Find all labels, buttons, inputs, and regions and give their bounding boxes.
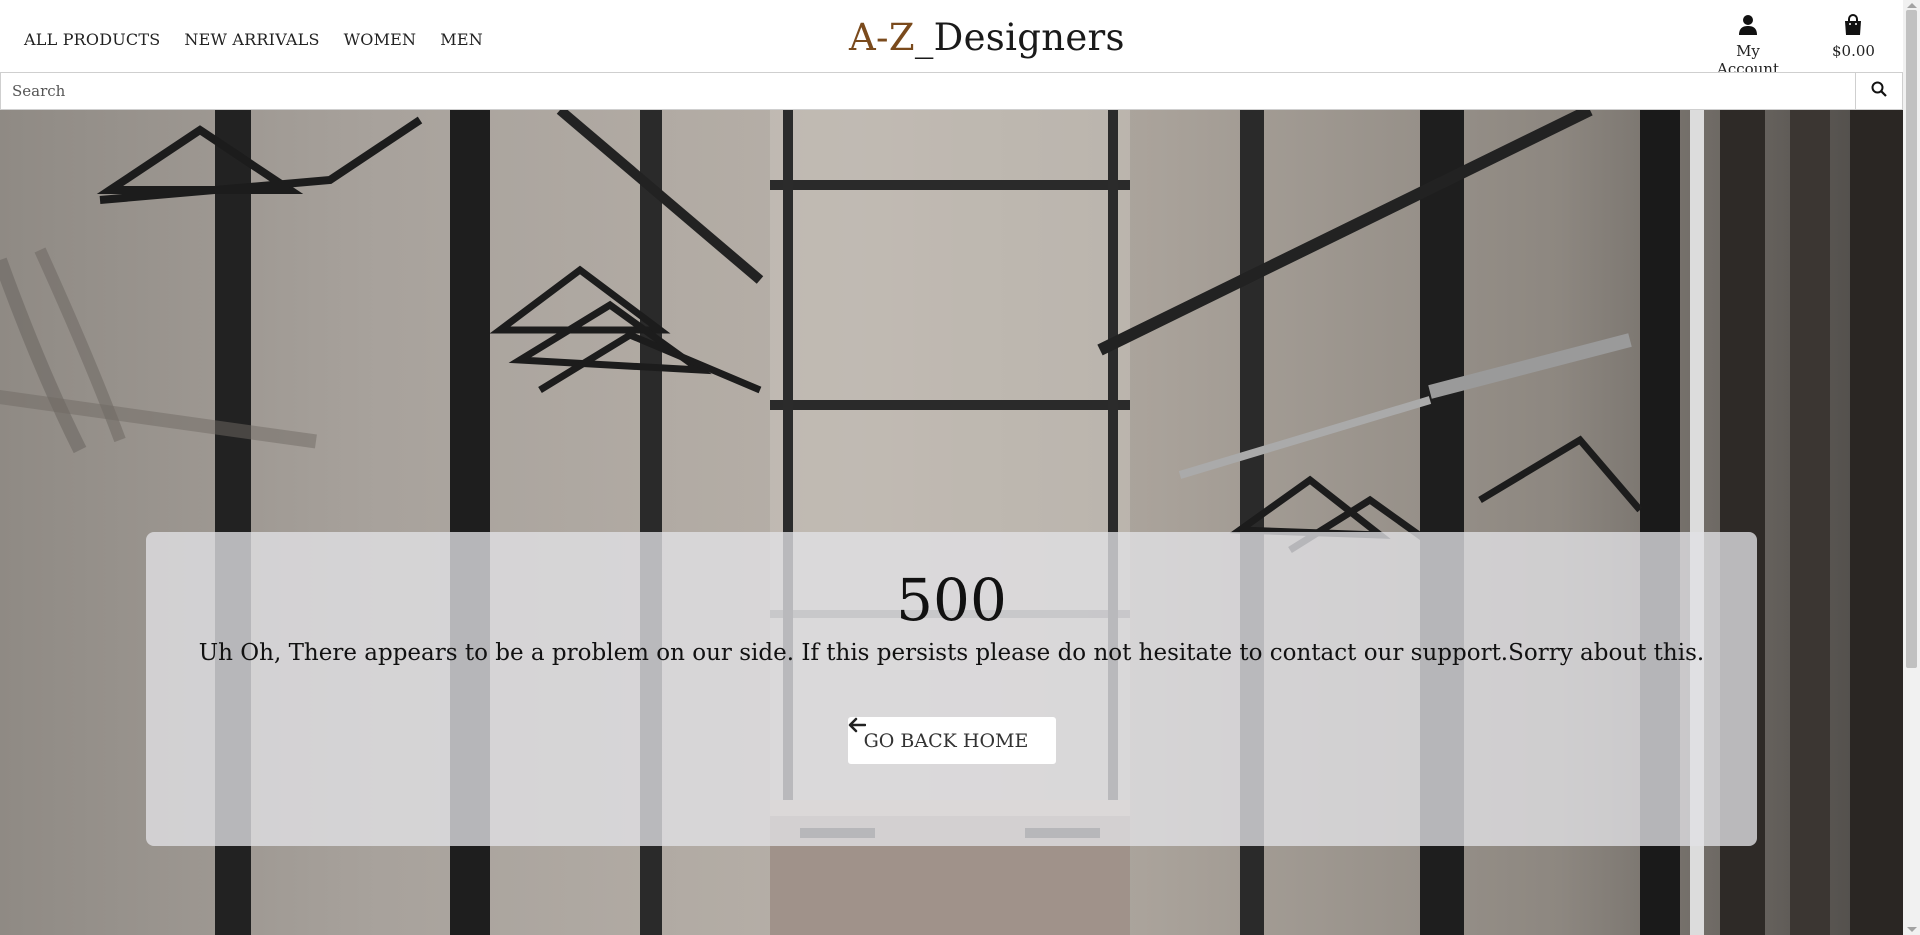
search-button[interactable] xyxy=(1855,73,1902,109)
search-icon xyxy=(1871,81,1887,101)
go-back-home-label: GO BACK HOME xyxy=(863,729,1029,752)
hero-background: 500 Uh Oh, There appears to be a problem… xyxy=(0,110,1903,935)
scrollbar-thumb[interactable] xyxy=(1906,10,1917,668)
logo-part-1: A-Z xyxy=(849,16,915,59)
nav-new-arrivals[interactable]: NEW ARRIVALS xyxy=(184,30,319,49)
scroll-down-arrow-icon[interactable] xyxy=(1907,927,1917,932)
nav-men[interactable]: MEN xyxy=(440,30,483,49)
site-header: ALL PRODUCTS NEW ARRIVALS WOMEN MEN A-Z_… xyxy=(0,0,1903,78)
my-account-link[interactable]: My Account xyxy=(1706,14,1790,78)
search-bar xyxy=(0,72,1903,110)
logo-part-2: _Designers xyxy=(914,16,1125,59)
error-message: Uh Oh, There appears to be a problem on … xyxy=(198,640,1705,666)
error-code: 500 xyxy=(896,566,1007,634)
site-logo[interactable]: A-Z_Designers xyxy=(849,16,1125,59)
shopping-bag-icon xyxy=(1832,14,1874,36)
nav-all-products[interactable]: ALL PRODUCTS xyxy=(24,30,160,49)
go-back-home-button[interactable]: GO BACK HOME xyxy=(848,717,1056,764)
error-panel: 500 Uh Oh, There appears to be a problem… xyxy=(146,532,1757,846)
cart-link[interactable]: $0.00 xyxy=(1832,14,1875,60)
user-icon xyxy=(1706,14,1790,36)
search-input[interactable] xyxy=(1,73,1855,109)
scroll-up-arrow-icon[interactable] xyxy=(1907,3,1917,8)
main-nav: ALL PRODUCTS NEW ARRIVALS WOMEN MEN xyxy=(24,30,483,49)
nav-women[interactable]: WOMEN xyxy=(344,30,417,49)
cart-total: $0.00 xyxy=(1832,42,1875,60)
